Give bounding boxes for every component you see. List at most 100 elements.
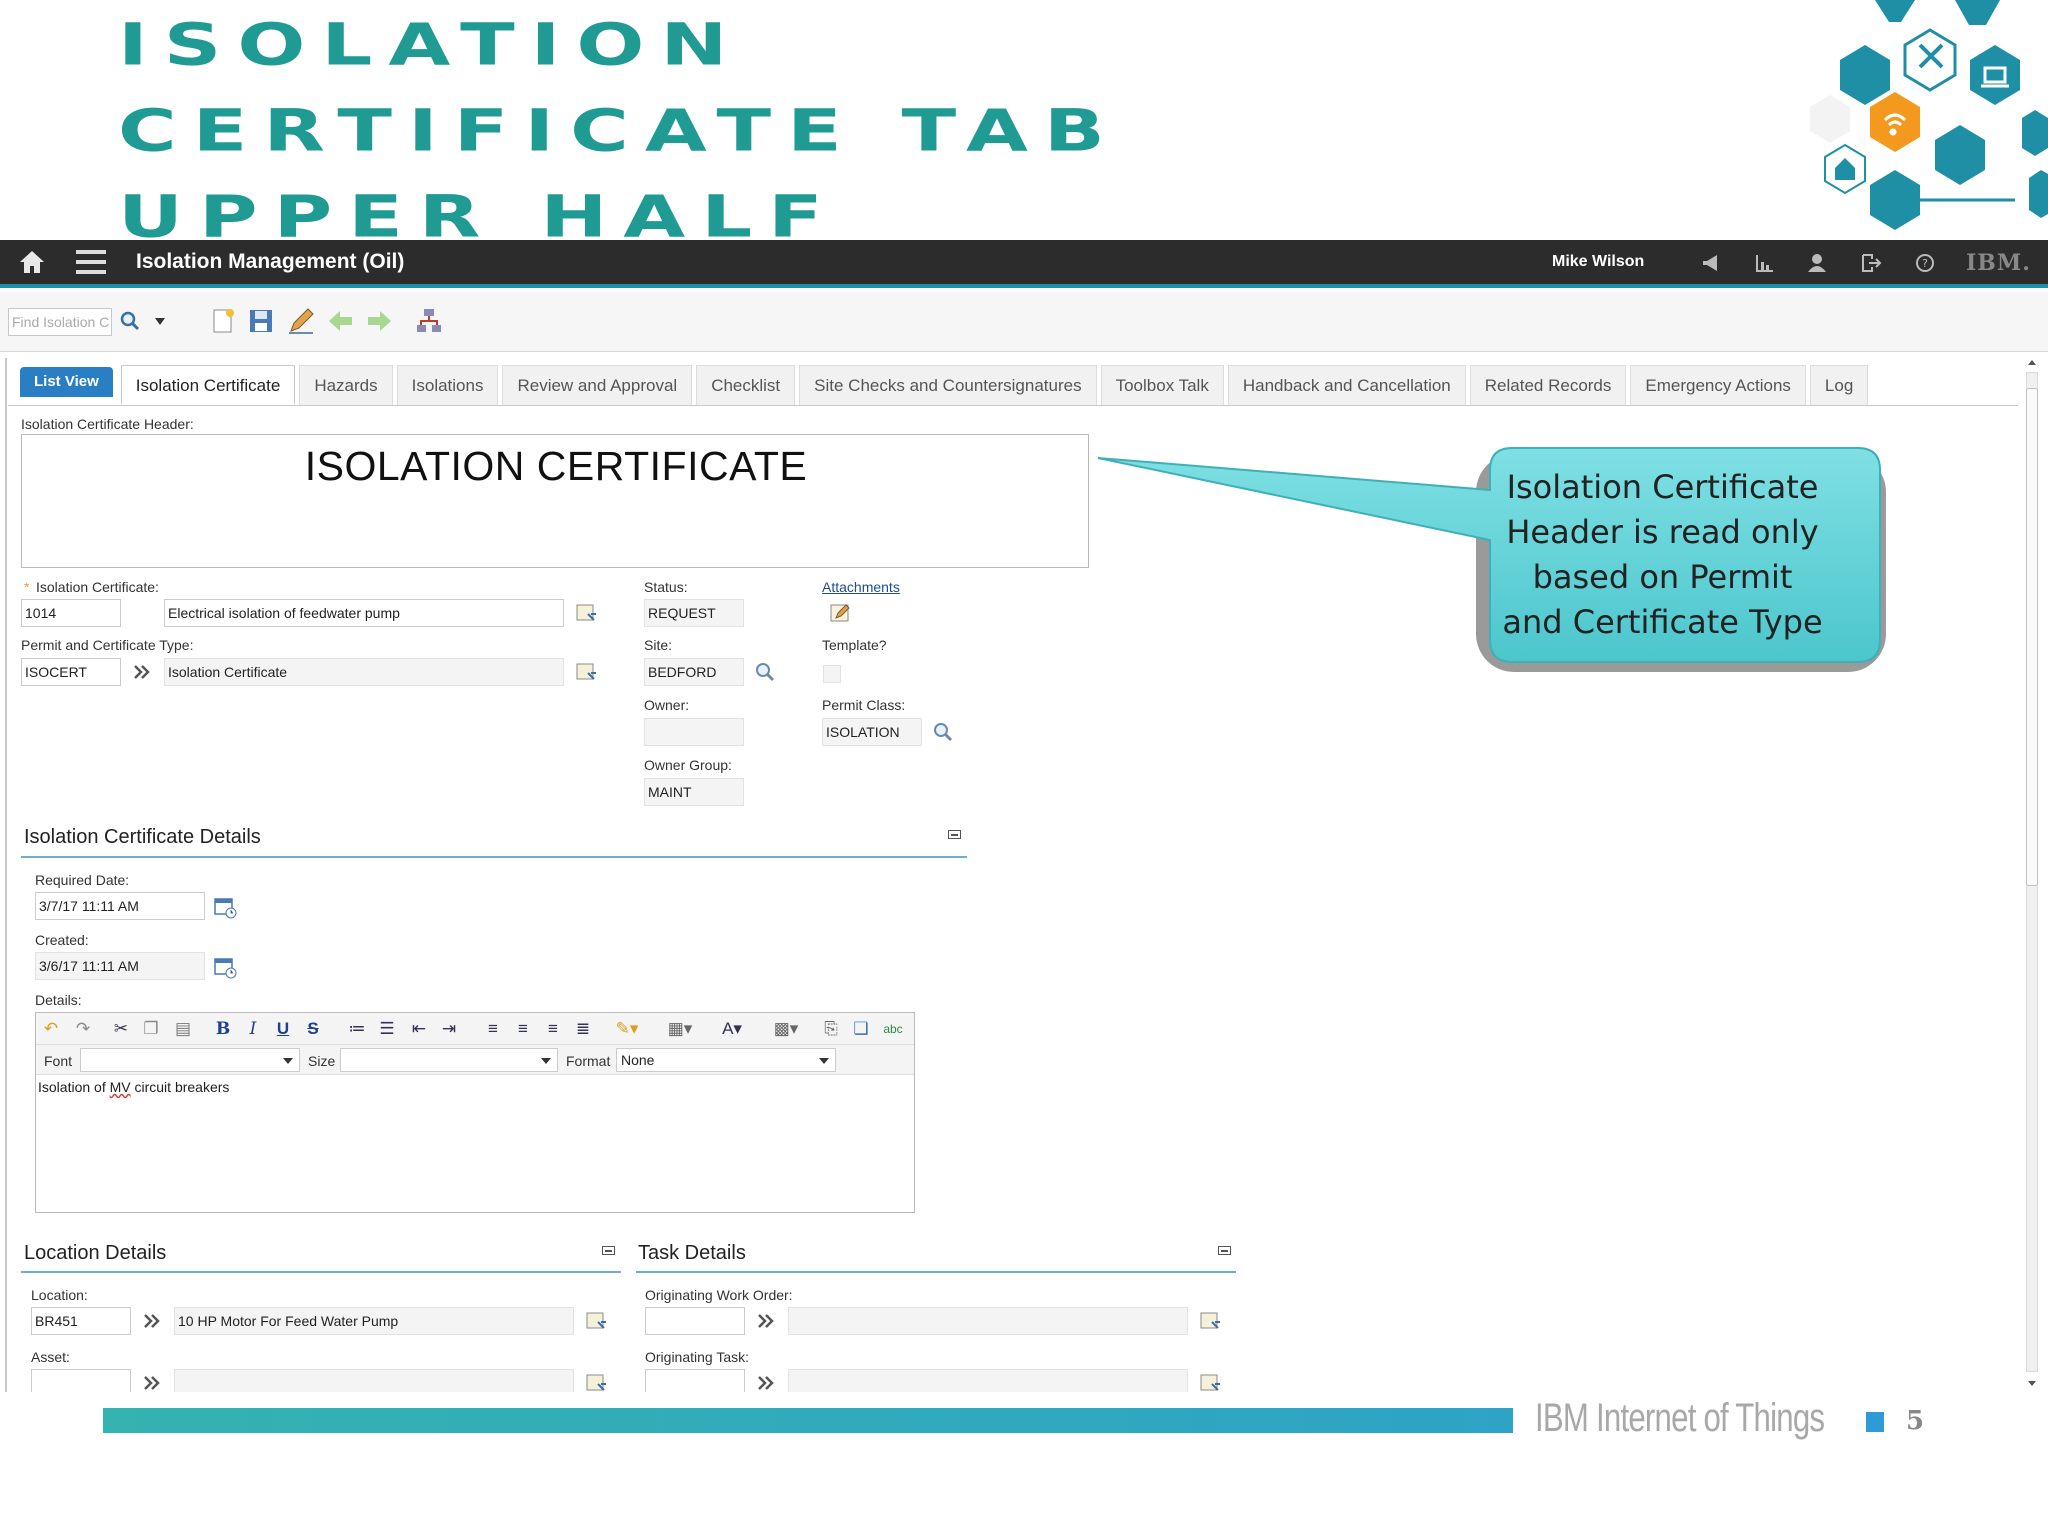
go-to-arrow-icon[interactable] <box>142 1374 162 1392</box>
justify-icon[interactable]: ≣ <box>572 1018 594 1040</box>
size-select[interactable] <box>340 1048 558 1072</box>
slide-title-line-2: Certificate Tab <box>118 97 1121 165</box>
collapse-icon[interactable] <box>948 830 961 839</box>
work-order-field[interactable] <box>645 1307 745 1335</box>
permit-class-label: Permit Class: <box>822 697 906 713</box>
asset-label: Asset: <box>31 1349 70 1365</box>
task-section-title: Task Details <box>638 1242 746 1264</box>
long-description-icon[interactable] <box>574 660 598 684</box>
paste-icon[interactable]: ▤ <box>172 1018 194 1040</box>
asset-field[interactable] <box>31 1369 131 1392</box>
go-to-arrow-icon[interactable] <box>132 663 152 681</box>
sign-out-icon[interactable] <box>1860 252 1882 274</box>
certificate-type-code-field[interactable]: ISOCERT <box>21 658 121 686</box>
scroll-up-icon[interactable] <box>2027 358 2037 368</box>
align-left-icon[interactable]: ≡ <box>482 1018 504 1040</box>
tab-hazards[interactable]: Hazards <box>299 365 393 405</box>
tab-log[interactable]: Log <box>1809 365 1869 405</box>
size-label: Size <box>308 1053 336 1069</box>
tab-isolations[interactable]: Isolations <box>396 365 499 405</box>
italic-icon[interactable]: I <box>242 1018 264 1040</box>
long-description-icon[interactable] <box>1198 1371 1222 1392</box>
next-arrow-icon[interactable] <box>364 306 394 336</box>
copy-icon[interactable]: ❐ <box>140 1018 162 1040</box>
underline-icon[interactable]: U <box>272 1018 294 1040</box>
cut-icon[interactable]: ✂ <box>110 1018 132 1040</box>
long-description-icon[interactable] <box>584 1309 608 1333</box>
bold-icon[interactable]: B <box>212 1018 234 1040</box>
search-icon[interactable] <box>932 721 954 743</box>
tab-handback-and-cancellation[interactable]: Handback and Cancellation <box>1227 365 1466 405</box>
align-center-icon[interactable]: ≡ <box>512 1018 534 1040</box>
required-date-field[interactable]: 3/7/17 11:11 AM <box>35 892 205 920</box>
svg-text:?: ? <box>1922 257 1928 270</box>
link-dropdown-icon[interactable]: ✎▾ <box>610 1018 644 1040</box>
long-description-icon[interactable] <box>584 1371 608 1392</box>
isolation-certificate-id-field[interactable]: 1014 <box>21 599 121 627</box>
slide: Isolation Certificate Tab Upper Half <box>0 0 2048 1536</box>
help-icon[interactable]: ? <box>1914 252 1936 274</box>
save-icon[interactable] <box>246 306 276 336</box>
workflow-icon[interactable] <box>414 306 444 336</box>
profile-icon[interactable] <box>1806 252 1828 274</box>
tab-toolbox-talk[interactable]: Toolbox Talk <box>1100 365 1224 405</box>
indent-icon[interactable]: ⇥ <box>438 1018 460 1040</box>
tab-checklist[interactable]: Checklist <box>696 365 796 405</box>
new-record-icon[interactable] <box>208 306 238 336</box>
table-dropdown-icon[interactable]: ▦▾ <box>660 1018 700 1040</box>
strikethrough-icon[interactable]: S <box>302 1018 324 1040</box>
chart-icon[interactable] <box>1754 252 1776 274</box>
long-description-icon[interactable] <box>574 601 598 625</box>
certificate-header-text: ISOLATION CERTIFICATE <box>304 443 808 489</box>
scrollbar-thumb[interactable] <box>2026 388 2038 886</box>
spell-check-icon[interactable]: abc <box>880 1018 906 1040</box>
undo-icon[interactable]: ↶ <box>40 1018 62 1040</box>
template-checkbox[interactable] <box>823 665 841 683</box>
header-label: Isolation Certificate Header: <box>21 416 194 432</box>
collapse-icon[interactable] <box>1218 1246 1231 1255</box>
align-right-icon[interactable]: ≡ <box>542 1018 564 1040</box>
search-icon[interactable] <box>118 306 142 336</box>
calendar-icon[interactable] <box>212 894 238 920</box>
tab-emergency-actions[interactable]: Emergency Actions <box>1630 365 1806 405</box>
calendar-icon[interactable] <box>212 954 238 980</box>
tab-bar: List View Isolation Certificate Hazards … <box>20 365 1872 405</box>
font-color-icon[interactable]: A▾ <box>712 1018 752 1040</box>
go-to-arrow-icon[interactable] <box>756 1374 776 1392</box>
certificate-description-field[interactable]: Electrical isolation of feedwater pump <box>164 599 564 627</box>
tab-review-and-approval[interactable]: Review and Approval <box>502 365 693 405</box>
tab-list-view[interactable]: List View <box>20 367 113 397</box>
long-description-icon[interactable] <box>1198 1309 1222 1333</box>
go-to-arrow-icon[interactable] <box>756 1312 776 1330</box>
bullet-list-icon[interactable]: ☰ <box>376 1018 398 1040</box>
home-icon[interactable] <box>18 248 46 276</box>
go-to-arrow-icon[interactable] <box>142 1312 162 1330</box>
tab-isolation-certificate[interactable]: Isolation Certificate <box>120 365 296 405</box>
redo-icon[interactable]: ↷ <box>72 1018 94 1040</box>
collapse-icon[interactable] <box>602 1246 615 1255</box>
originating-task-label: Originating Task: <box>645 1349 750 1365</box>
find-isolation-input[interactable]: Find Isolation C <box>8 308 112 336</box>
background-color-icon[interactable]: ▩▾ <box>766 1018 806 1040</box>
location-field[interactable]: BR451 <box>31 1307 131 1335</box>
attachment-edit-icon[interactable] <box>828 601 852 625</box>
megaphone-icon[interactable] <box>1700 252 1722 274</box>
numbered-list-icon[interactable]: ≔ <box>346 1018 368 1040</box>
originating-task-field[interactable] <box>645 1369 745 1392</box>
source-icon[interactable]: ⎘ <box>820 1018 842 1040</box>
previous-arrow-icon[interactable] <box>326 306 356 336</box>
vertical-scrollbar[interactable] <box>2022 358 2042 1390</box>
font-select[interactable] <box>80 1048 300 1072</box>
paste-text-icon[interactable]: ❏ <box>850 1018 872 1040</box>
edit-pencil-icon[interactable] <box>286 306 316 336</box>
attachments-link[interactable]: Attachments <box>822 579 900 595</box>
tab-related-records[interactable]: Related Records <box>1469 365 1627 405</box>
outdent-icon[interactable]: ⇤ <box>408 1018 430 1040</box>
editor-body[interactable]: Isolation of MV circuit breakers <box>36 1075 914 1099</box>
scroll-down-icon[interactable] <box>2027 1378 2037 1388</box>
menu-icon[interactable] <box>76 250 106 274</box>
tab-site-checks[interactable]: Site Checks and Countersignatures <box>799 365 1097 405</box>
search-icon[interactable] <box>754 661 776 683</box>
format-select[interactable]: None <box>616 1048 836 1072</box>
chevron-down-icon[interactable] <box>152 306 168 336</box>
